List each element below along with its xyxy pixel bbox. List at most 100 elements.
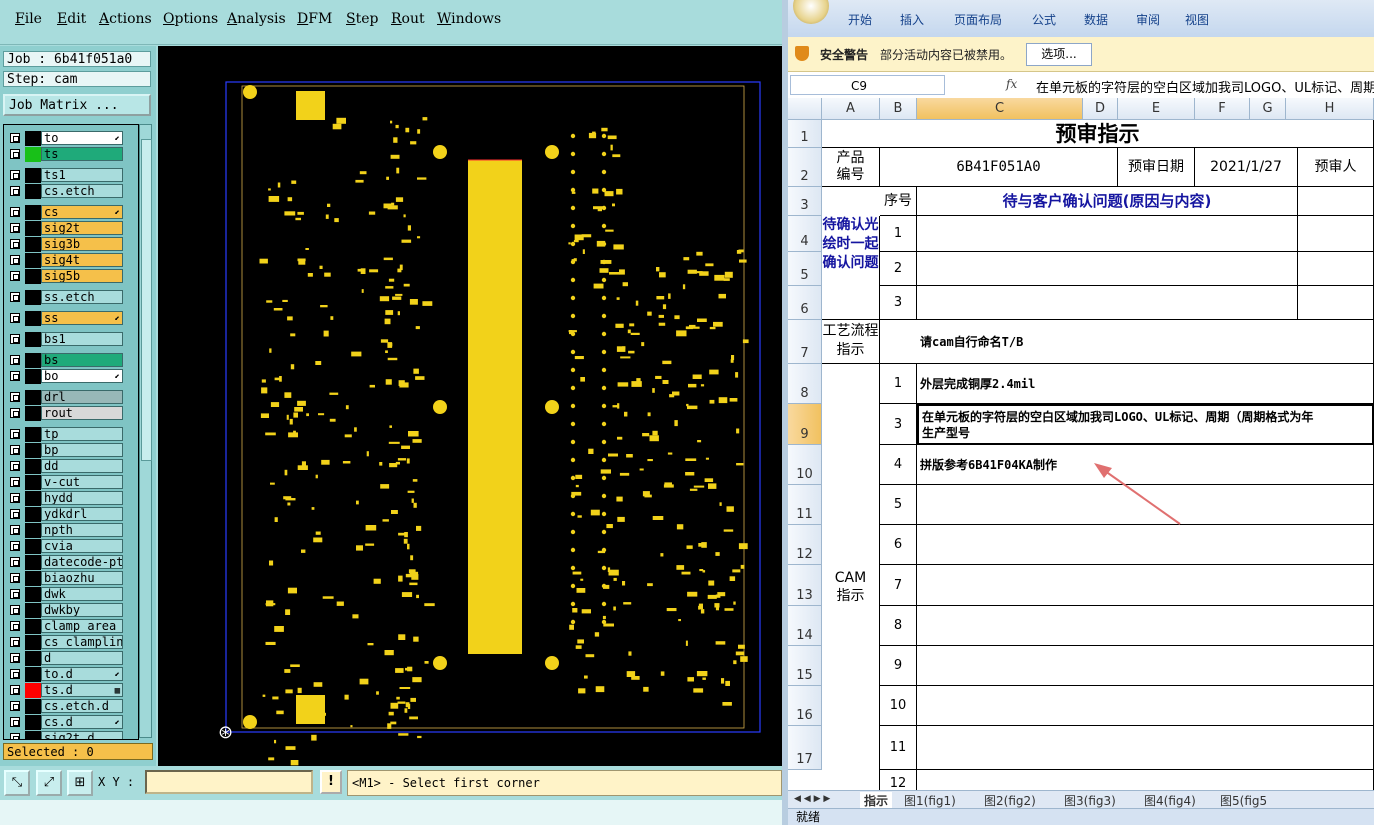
cam-item-text[interactable] — [917, 726, 1374, 770]
ribbon-tab[interactable]: 视图 — [1185, 11, 1209, 28]
row-header[interactable]: 8 — [788, 364, 822, 404]
layer-name[interactable]: to ⬋ — [41, 131, 123, 145]
layer-name[interactable]: cs.etch.d — [41, 699, 123, 713]
ribbon-tab[interactable]: 数据 — [1084, 11, 1108, 28]
row-header[interactable]: 16 — [788, 686, 822, 726]
menu-file[interactable]: File — [15, 11, 42, 27]
layer-checkbox[interactable] — [10, 334, 20, 344]
cam-item-number[interactable]: 3 — [880, 404, 917, 445]
cam-item-number[interactable]: 10 — [880, 686, 917, 726]
alert-button[interactable]: ! — [320, 770, 342, 794]
sheet-nav-icon[interactable]: ◀ ◀ ▶ ▶ — [794, 794, 830, 804]
layer-row-cs.etch[interactable]: cs.etch — [4, 184, 138, 199]
process-value[interactable]: 请cam自行命名T/B — [880, 320, 1374, 364]
layer-name[interactable]: npth — [41, 523, 123, 537]
cam-item-number[interactable]: 5 — [880, 485, 917, 525]
scrollbar-thumb[interactable] — [141, 139, 152, 461]
ribbon-tab[interactable]: 审阅 — [1136, 11, 1160, 28]
column-header[interactable]: D — [1083, 98, 1118, 120]
cam-item-text[interactable]: 拼版参考6B41F04KA制作 — [917, 445, 1374, 485]
layer-row-hydd[interactable]: hydd — [4, 491, 138, 506]
date-value[interactable]: 2021/1/27 — [1195, 148, 1298, 187]
row-header[interactable]: 10 — [788, 445, 822, 485]
layer-checkbox[interactable] — [10, 271, 20, 281]
menu-options[interactable]: Options — [163, 11, 218, 27]
layer-row-dd[interactable]: dd — [4, 459, 138, 474]
row-header[interactable]: 1 — [788, 120, 822, 148]
layer-name[interactable]: clamp_area — [41, 619, 123, 633]
layer-row-dwk[interactable]: dwk — [4, 587, 138, 602]
menu-step[interactable]: Step — [346, 11, 378, 27]
layer-checkbox[interactable] — [10, 292, 20, 302]
ribbon-tab[interactable]: 公式 — [1032, 11, 1056, 28]
confirm-item[interactable] — [917, 286, 1298, 320]
layer-row-clamp_area[interactable]: clamp_area — [4, 619, 138, 634]
layer-checkbox[interactable] — [10, 637, 20, 647]
formula-input[interactable]: 在单元板的字符层的空白区域加我司LOGO、UL标记、周期（周期格式为年 — [1036, 77, 1374, 96]
cam-item-number[interactable]: 7 — [880, 565, 917, 606]
spreadsheet-grid[interactable]: A B C D E F G H 1 2 3 4 5 6 7 8 9 10 11 12 13 14 15 16 17 预审指示 产品 … — [788, 98, 1374, 798]
layer-row-dwkby[interactable]: dwkby — [4, 603, 138, 618]
layer-checkbox[interactable] — [10, 525, 20, 535]
layer-checkbox[interactable] — [10, 461, 20, 471]
layer-row-rout[interactable]: rout — [4, 406, 138, 421]
layer-checkbox[interactable] — [10, 701, 20, 711]
row-header[interactable]: 15 — [788, 646, 822, 686]
layer-row-bp[interactable]: bp — [4, 443, 138, 458]
layer-row-bo[interactable]: bo ⬋ — [4, 369, 138, 384]
cam-item-text[interactable] — [917, 485, 1374, 525]
cam-item-text[interactable]: 外层完成铜厚2.4mil — [917, 364, 1374, 404]
layer-row-cs_clampline[interactable]: cs_clampline — [4, 635, 138, 650]
cam-item-text[interactable] — [917, 606, 1374, 646]
layer-checkbox[interactable] — [10, 392, 20, 402]
column-header[interactable]: H — [1286, 98, 1374, 120]
layer-checkbox[interactable] — [10, 239, 20, 249]
layer-checkbox[interactable] — [10, 207, 20, 217]
layer-checkbox[interactable] — [10, 493, 20, 503]
reviewer-label[interactable]: 预审人 — [1298, 148, 1374, 187]
menu-actions[interactable]: Actions — [99, 11, 152, 27]
layer-checkbox[interactable] — [10, 408, 20, 418]
layer-name[interactable]: sig5b — [41, 269, 123, 283]
layer-row-sig5b[interactable]: sig5b — [4, 269, 138, 284]
layer-checkbox[interactable] — [10, 605, 20, 615]
layer-checkbox[interactable] — [10, 255, 20, 265]
column-header[interactable]: E — [1118, 98, 1195, 120]
cam-item-number[interactable]: 4 — [880, 445, 917, 485]
layer-checkbox[interactable] — [10, 355, 20, 365]
fx-icon[interactable]: fx — [1006, 77, 1017, 91]
layer-name[interactable]: ss.etch — [41, 290, 123, 304]
cam-item-number[interactable]: 1 — [880, 364, 917, 404]
cell[interactable] — [1298, 187, 1374, 216]
layer-row-ydkdrl[interactable]: ydkdrl — [4, 507, 138, 522]
layer-checkbox[interactable] — [10, 685, 20, 695]
layer-row-bs[interactable]: bs — [4, 353, 138, 368]
layer-name[interactable]: bs1 — [41, 332, 123, 346]
layer-name[interactable]: sig2t.d — [41, 731, 123, 739]
layer-checkbox[interactable] — [10, 133, 20, 143]
menu-dfm[interactable]: DFM — [297, 11, 332, 27]
cam-item-text[interactable] — [917, 646, 1374, 686]
layer-name[interactable]: bo ⬋ — [41, 369, 123, 383]
layer-checkbox[interactable] — [10, 573, 20, 583]
layer-checkbox[interactable] — [10, 717, 20, 727]
cam-item-text[interactable]: 在单元板的字符层的空白区域加我司LOGO、UL标记、周期（周期格式为年 生产型号 — [917, 404, 1374, 445]
seq-number[interactable]: 1 — [880, 216, 917, 252]
layer-name[interactable]: hydd — [41, 491, 123, 505]
pcb-graphic-canvas[interactable]: ⊛ — [158, 46, 782, 766]
options-button[interactable]: 选项... — [1026, 43, 1092, 66]
layer-name[interactable]: dwkby — [41, 603, 123, 617]
cell[interactable] — [1298, 286, 1374, 320]
layer-name[interactable]: rout — [41, 406, 123, 420]
layer-checkbox[interactable] — [10, 621, 20, 631]
row-header[interactable]: 4 — [788, 216, 822, 252]
column-header[interactable]: B — [880, 98, 917, 120]
zoom-tool-icon[interactable]: ⤡ — [4, 770, 30, 796]
layer-row-datecode-ptc[interactable]: datecode-ptc — [4, 555, 138, 570]
ribbon-tab[interactable]: 页面布局 — [954, 11, 1002, 28]
confirm-header[interactable]: 待与客户确认问题(原因与内容) — [917, 187, 1298, 216]
layer-name[interactable]: ydkdrl — [41, 507, 123, 521]
layer-name[interactable]: sig3b — [41, 237, 123, 251]
sheet-tab[interactable]: 图1(fig1) — [904, 792, 956, 809]
sheet-tab[interactable]: 图5(fig5 — [1220, 792, 1267, 809]
